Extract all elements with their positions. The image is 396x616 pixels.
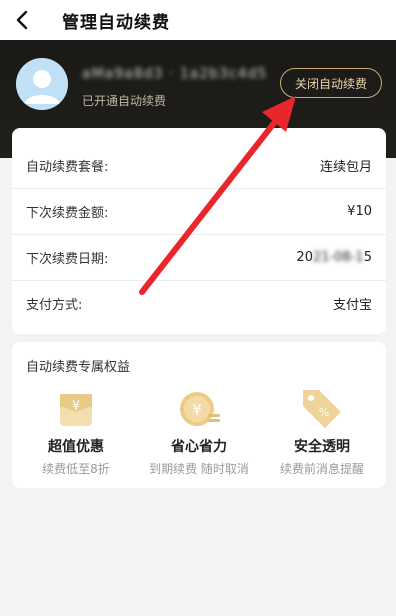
price-tag-icon: % — [303, 390, 341, 428]
cancel-auto-renew-button[interactable]: 关闭自动续费 — [279, 68, 382, 98]
detail-row-payment: 支付方式: 支付宝 — [12, 280, 386, 326]
username: aMa9a8d3 · 1a2b3c4d5 — [82, 66, 268, 82]
detail-label: 自动续费套餐: — [26, 159, 109, 175]
benefits-title: 自动续费专属权益 — [26, 360, 131, 375]
detail-row-date: 下次续费日期: 2021-08-15 — [12, 234, 386, 280]
benefit-subtitle: 续费前消息提醒 — [279, 462, 364, 476]
gift-card-icon: ¥ — [60, 394, 92, 426]
benefit-subtitle: 到期续费 随时取消 — [149, 462, 249, 476]
svg-text:%: % — [319, 406, 329, 419]
detail-label: 支付方式: — [26, 298, 83, 313]
subscription-details-card: 自动续费套餐: 连续包月 下次续费金额: ¥10 下次续费日期: 2021-08… — [12, 128, 386, 334]
avatar — [16, 58, 68, 110]
detail-row-plan: 自动续费套餐: 连续包月 — [12, 142, 386, 188]
date-suffix: 5 — [363, 250, 372, 265]
detail-value: 2021-08-15 — [296, 250, 372, 265]
benefit-title: 超值优惠 — [48, 439, 104, 455]
detail-value: ¥10 — [347, 204, 372, 219]
detail-label: 下次续费日期: — [26, 252, 109, 267]
detail-value: 支付宝 — [332, 298, 372, 313]
default-avatar-icon — [16, 58, 68, 110]
date-prefix: 20 — [296, 250, 313, 265]
benefit-item-discount: ¥ 超值优惠 续费低至8折 — [16, 386, 136, 477]
back-button[interactable] — [0, 0, 44, 40]
detail-label: 下次续费金额: — [26, 206, 109, 221]
detail-row-amount: 下次续费金额: ¥10 — [12, 188, 386, 234]
benefit-title: 省心省力 — [171, 439, 227, 455]
page-title: 管理自动续费 — [62, 12, 170, 33]
benefit-item-transparency: % 安全透明 续费前消息提醒 — [262, 386, 382, 477]
subscription-status: 已开通自动续费 — [82, 94, 167, 108]
svg-text:¥: ¥ — [72, 399, 80, 414]
benefit-subtitle: 续费低至8折 — [42, 462, 110, 476]
benefits-card: 自动续费专属权益 ¥ 超值优惠 续费低至8折 ¥ 省心省力 到期续费 随时取消 … — [12, 342, 386, 488]
chevron-left-icon — [16, 10, 28, 30]
nav-bar: 管理自动续费 — [0, 0, 396, 40]
svg-text:¥: ¥ — [192, 401, 202, 419]
benefit-title: 安全透明 — [294, 439, 350, 455]
benefit-item-convenience: ¥ 省心省力 到期续费 随时取消 — [139, 386, 259, 477]
yen-coin-icon: ¥ — [180, 392, 220, 426]
date-masked: 21-08-1 — [312, 250, 364, 265]
detail-value: 连续包月 — [319, 159, 372, 175]
